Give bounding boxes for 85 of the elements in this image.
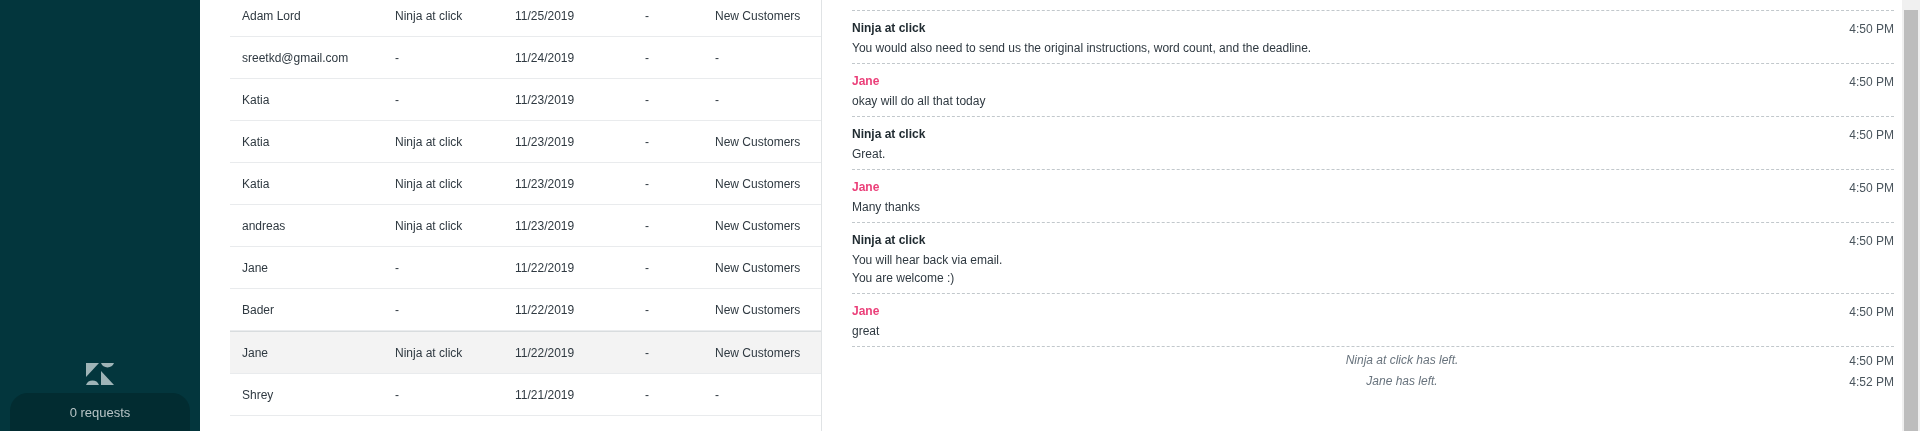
message-text: Many thanks [852, 200, 921, 214]
table-row[interactable]: Jane - 11/22/2019 - New Customers [230, 247, 821, 289]
table-cell: Ninja at click [395, 176, 463, 191]
author-name: Jane [852, 304, 880, 318]
table-cell: andreas [242, 218, 286, 233]
message-text: You would also need to send us the original instructions, word count, and the deadline. [852, 41, 1312, 55]
table-cell: New Customers [715, 134, 801, 149]
table-cell: - [395, 50, 399, 65]
table-cell: New Customers [715, 345, 801, 360]
table-cell: Katia [242, 176, 270, 191]
table-cell: 11/21/2019 [515, 387, 575, 402]
message-text: Great. [852, 147, 887, 161]
table-cell: Adam Lord [242, 8, 301, 23]
table-cell: Ninja at click [395, 8, 463, 23]
table-cell: Katia [242, 134, 270, 149]
table-cell: - [715, 50, 719, 65]
table-cell-text: - [644, 134, 649, 149]
message-time: 4:50 PM [1849, 305, 1894, 319]
requests-button[interactable]: 0 requests [10, 393, 190, 431]
table-row[interactable]: Adam Lord Ninja at click 11/25/2019 - New Customers [230, 0, 821, 37]
table-cell: 11/22/2019 [515, 260, 575, 275]
table-cell: Jane [242, 345, 269, 360]
table-cell: New Customers [715, 218, 801, 233]
table-cell: 11/22/2019 [515, 302, 575, 317]
table-cell: Ninja at click [395, 134, 463, 149]
table-cell: Bader [242, 302, 275, 317]
table-cell-text: - [644, 302, 649, 317]
table-row[interactable]: Katia - 11/23/2019 - - [230, 79, 821, 121]
table-cell: 11/25/2019 [515, 8, 575, 23]
table-cell: 11/23/2019 [515, 92, 575, 107]
logo-icon [86, 363, 114, 385]
message-text: great [852, 324, 880, 338]
message-time: 4:50 PM [1849, 234, 1894, 248]
table-cell: New Customers [715, 302, 801, 317]
author-name: Ninja at click [852, 21, 927, 35]
table-cell-text: - [644, 92, 649, 107]
message-text: You will hear back via email. [852, 253, 1003, 267]
author-name: Jane [852, 74, 881, 88]
table-cell: 11/22/2019 [515, 345, 575, 360]
table-cell-text: - [644, 8, 649, 23]
table-cell: - [395, 302, 399, 317]
message-time: 4:50 PM [1849, 128, 1894, 142]
table-cell-text: - [644, 345, 649, 360]
table-row[interactable]: Jane Ninja at click 11/22/2019 - New Customers [230, 331, 821, 374]
table-cell-text: - [644, 260, 649, 275]
table-cell: sreetkd@gmail.com [242, 50, 349, 65]
system-message: Ninja at click has left. [1344, 353, 1460, 368]
message-time: 4:50 PM [1849, 75, 1894, 89]
table-cell: 11/23/2019 [515, 134, 575, 149]
table-cell: - [715, 92, 719, 107]
table-cell: - [395, 92, 399, 107]
table-cell: Ninja at click [395, 218, 463, 233]
message-text: You are welcome :) [852, 271, 956, 285]
message-time: 4:52 PM [1849, 375, 1894, 389]
system-message: Jane has left. [1365, 374, 1439, 389]
table-cell: 11/23/2019 [515, 218, 575, 233]
table-cell: 11/24/2019 [515, 50, 575, 65]
table-cell: New Customers [715, 260, 801, 275]
table-cell: Ninja at click [395, 345, 463, 360]
table-cell-text: - [644, 387, 649, 402]
scrollbar-thumb[interactable] [1904, 10, 1918, 431]
table-cell: New Customers [715, 176, 801, 191]
author-name: Ninja at click [852, 233, 927, 247]
table-cell: 11/23/2019 [515, 176, 575, 191]
author-name: Jane [852, 180, 881, 194]
table-row[interactable]: Shrey - 11/21/2019 - - [230, 374, 821, 416]
table-cell-text: - [644, 218, 649, 233]
table-cell: New Customers [715, 8, 801, 23]
table-cell: - [715, 387, 719, 402]
table-cell: - [395, 260, 399, 275]
table-row[interactable]: Katia Ninja at click 11/23/2019 - New Customers [230, 163, 821, 205]
table-cell: - [395, 387, 399, 402]
table-row[interactable]: sreetkd@gmail.com - 11/24/2019 - - [230, 37, 821, 79]
table-cell-text: - [644, 50, 649, 65]
table-cell: Katia [242, 92, 270, 107]
message-time: 4:50 PM [1849, 181, 1894, 195]
message-text: okay will do all that today [852, 94, 986, 108]
table-cell: Shrey [242, 387, 274, 402]
table-cell-text: - [644, 176, 649, 191]
message-time: 4:50 PM [1849, 22, 1894, 36]
table-row[interactable]: Katia Ninja at click 11/23/2019 - New Customers [230, 121, 821, 163]
table-cell: Jane [242, 260, 269, 275]
author-name: Ninja at click [852, 127, 926, 141]
message-time: 4:50 PM [1849, 354, 1894, 368]
table-row[interactable]: andreas Ninja at click 11/23/2019 - New Customers [230, 205, 821, 247]
